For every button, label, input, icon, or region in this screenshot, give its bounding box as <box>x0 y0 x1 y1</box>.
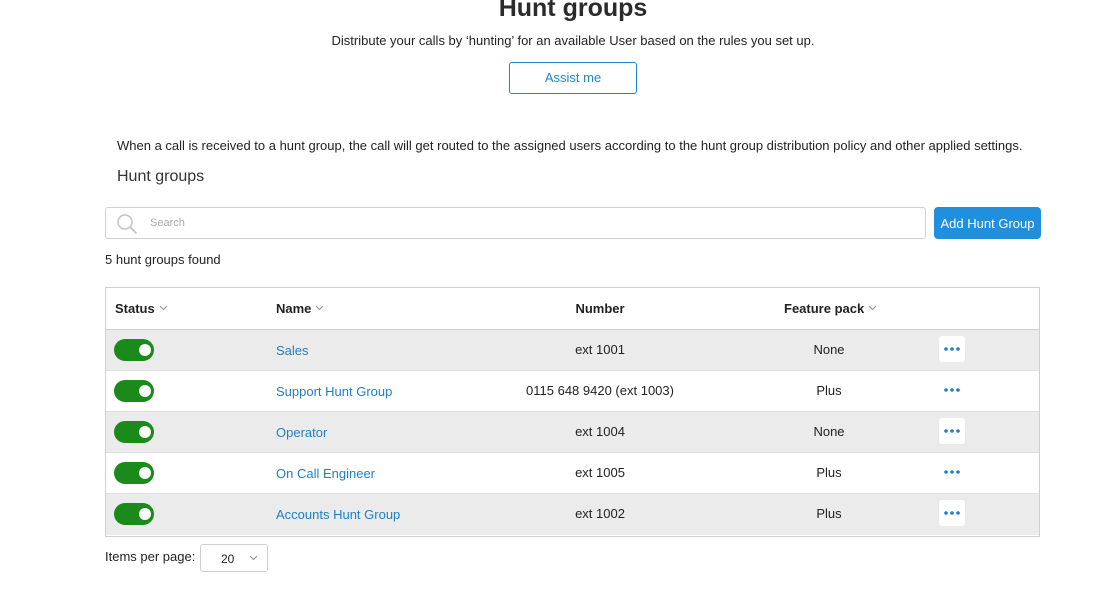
hunt-group-feature-pack: Plus <box>816 383 842 398</box>
hunt-group-number: ext 1005 <box>575 465 625 480</box>
more-horizontal-icon <box>944 388 960 392</box>
hunt-group-feature-pack: Plus <box>816 506 842 521</box>
table-row: On Call Engineer ext 1005 Plus <box>106 453 1039 494</box>
hunt-group-number: ext 1004 <box>575 424 625 439</box>
more-horizontal-icon <box>944 470 960 474</box>
items-per-page-label: Items per page: <box>105 549 196 564</box>
toggle-knob <box>139 385 151 397</box>
hunt-group-name-link[interactable]: Support Hunt Group <box>276 384 392 399</box>
status-toggle[interactable] <box>114 421 154 443</box>
row-more-actions-button[interactable] <box>939 336 965 362</box>
hunt-group-number: ext 1002 <box>575 506 625 521</box>
results-count: 5 hunt groups found <box>105 252 221 267</box>
table-header: Status Name Number Feature pack <box>106 288 1039 330</box>
more-horizontal-icon <box>944 347 960 351</box>
hunt-group-name-link[interactable]: Sales <box>276 343 309 358</box>
hunt-group-name-link[interactable]: Accounts Hunt Group <box>276 507 400 522</box>
row-more-actions-button[interactable] <box>939 377 965 403</box>
table-row: Accounts Hunt Group ext 1002 Plus <box>106 494 1039 535</box>
row-more-actions-button[interactable] <box>939 418 965 444</box>
table-row: Sales ext 1001 None <box>106 330 1039 371</box>
chevron-down-icon <box>249 555 258 561</box>
hunt-groups-table: Status Name Number Feature pack Sales ex… <box>105 287 1040 537</box>
toggle-knob <box>139 344 151 356</box>
row-more-actions-button[interactable] <box>939 500 965 526</box>
add-hunt-group-button[interactable]: Add Hunt Group <box>934 207 1041 239</box>
toggle-knob <box>139 508 151 520</box>
section-title: Hunt groups <box>117 168 205 185</box>
hunt-group-name-link[interactable]: On Call Engineer <box>276 466 375 481</box>
hunt-group-name-link[interactable]: Operator <box>276 425 327 440</box>
status-toggle[interactable] <box>114 339 154 361</box>
chevron-down-icon <box>159 305 168 311</box>
page-title: Hunt groups <box>498 0 648 22</box>
hunt-group-feature-pack: Plus <box>816 465 842 480</box>
items-per-page-select[interactable]: 20 <box>200 544 268 572</box>
status-toggle[interactable] <box>114 462 154 484</box>
assist-me-button[interactable]: Assist me <box>509 62 637 94</box>
hunt-group-feature-pack: None <box>813 424 845 439</box>
toggle-knob <box>139 426 151 438</box>
search-box[interactable] <box>105 207 926 239</box>
toggle-knob <box>139 467 151 479</box>
table-row: Operator ext 1004 None <box>106 412 1039 453</box>
hunt-group-feature-pack: None <box>813 342 845 357</box>
status-toggle[interactable] <box>114 380 154 402</box>
more-horizontal-icon <box>944 511 960 515</box>
column-header-label: Name <box>276 301 312 316</box>
more-horizontal-icon <box>944 429 960 433</box>
search-icon <box>117 214 137 234</box>
column-header-number: Number <box>450 301 750 316</box>
hunt-group-number: ext 1001 <box>575 342 625 357</box>
chevron-down-icon <box>315 305 324 311</box>
items-per-page-value: 20 <box>221 552 235 566</box>
column-header-feature-pack[interactable]: Feature pack <box>784 301 877 316</box>
search-input[interactable] <box>150 214 910 232</box>
chevron-down-icon <box>868 305 877 311</box>
status-toggle[interactable] <box>114 503 154 525</box>
page-subtitle: Distribute your calls by ‘hunting’ for a… <box>331 33 815 48</box>
row-more-actions-button[interactable] <box>939 459 965 485</box>
column-header-name[interactable]: Name <box>276 301 324 316</box>
page-description: When a call is received to a hunt group,… <box>117 138 1023 153</box>
column-header-label: Number <box>575 301 625 316</box>
table-row: Support Hunt Group 0115 648 9420 (ext 10… <box>106 371 1039 412</box>
hunt-group-number: 0115 648 9420 (ext 1003) <box>526 383 674 398</box>
column-header-status[interactable]: Status <box>115 301 168 316</box>
column-header-label: Status <box>115 301 155 316</box>
column-header-label: Feature pack <box>784 301 865 316</box>
